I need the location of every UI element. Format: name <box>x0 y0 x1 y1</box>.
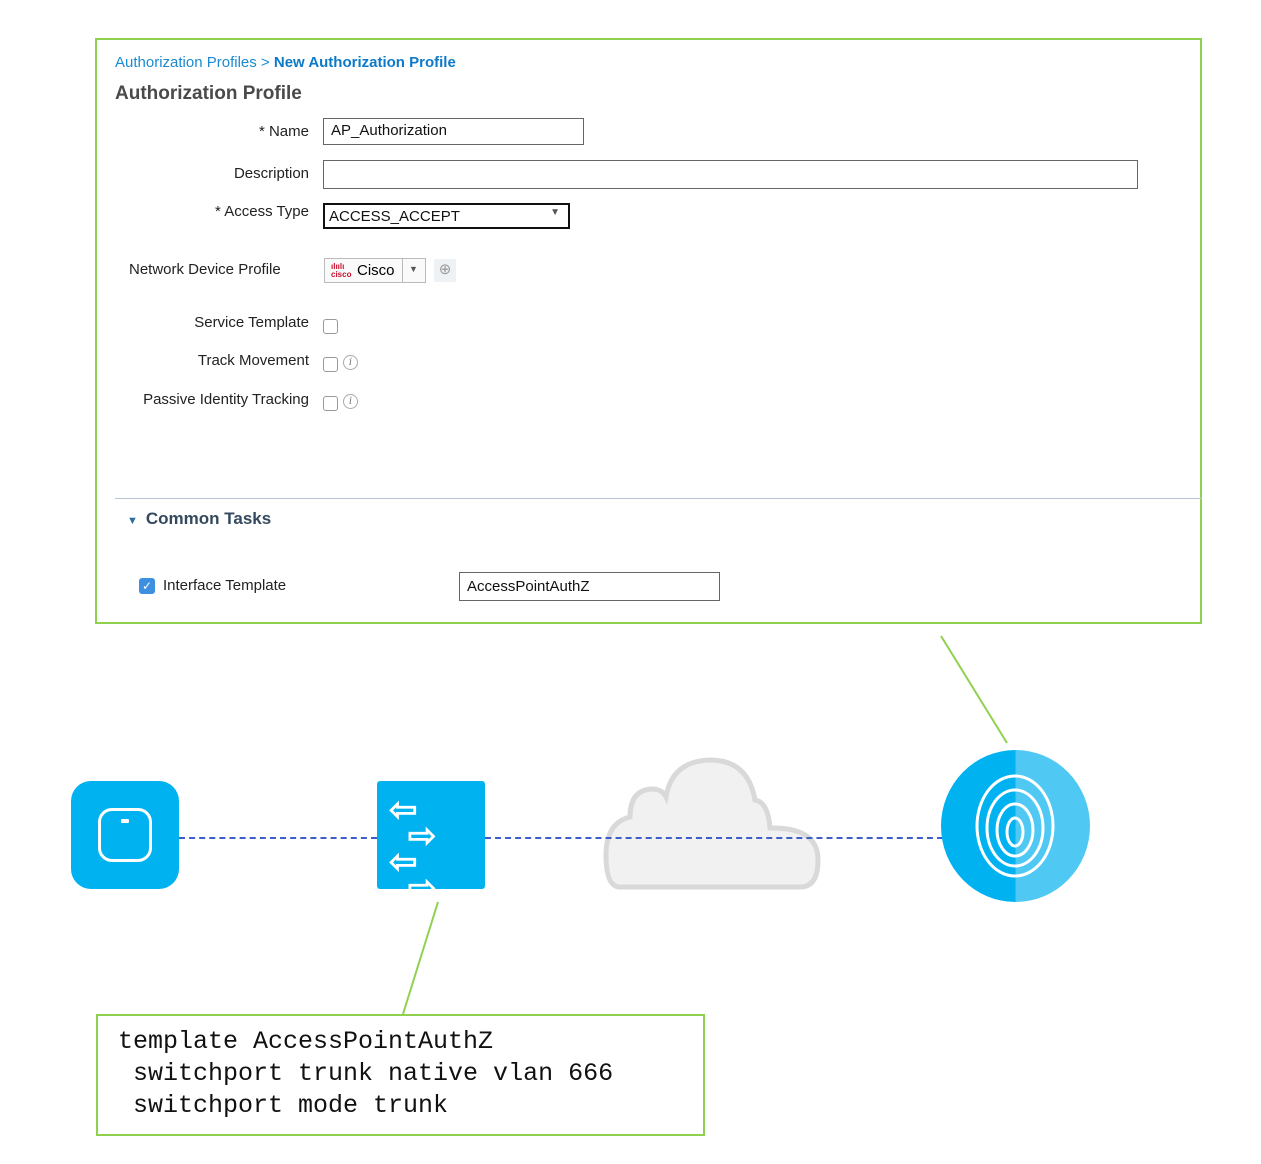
cloud-icon <box>603 757 821 890</box>
network-link <box>179 837 377 839</box>
template-config-box: template AccessPointAuthZ switchport tru… <box>96 1014 705 1136</box>
code-line: switchport trunk native vlan 666 <box>118 1059 614 1088</box>
code-line: template AccessPointAuthZ <box>118 1027 494 1056</box>
connector-line <box>402 901 439 1015</box>
access-point-icon <box>71 781 179 889</box>
ise-fingerprint-icon <box>941 750 1090 902</box>
connector-line <box>940 635 1008 744</box>
network-link <box>485 837 943 839</box>
code-line: switchport mode trunk <box>118 1091 449 1120</box>
switch-icon: ⇦ ⇨ ⇦ ⇨ <box>377 781 485 905</box>
diagram-connectors <box>402 635 1008 1015</box>
